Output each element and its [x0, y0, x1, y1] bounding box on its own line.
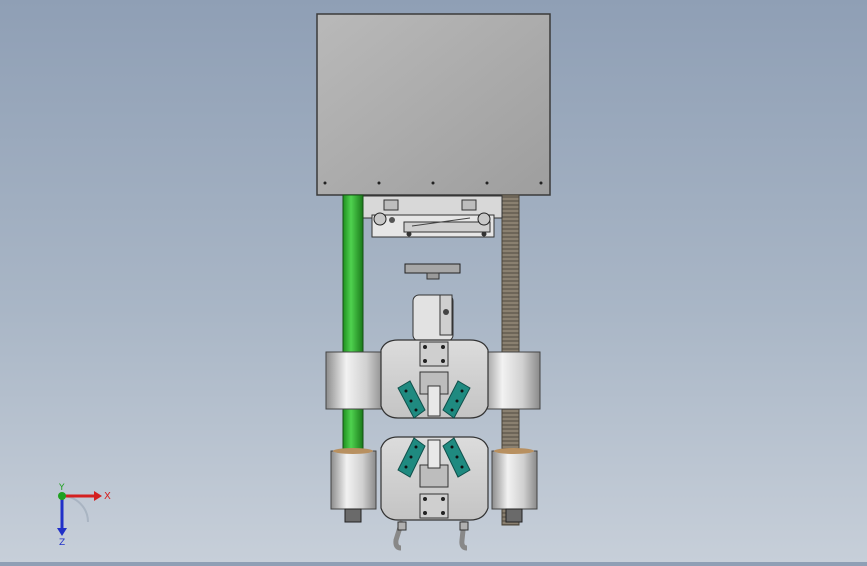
- top-housing[interactable]: [316, 13, 551, 196]
- x-axis-arrow-icon: [62, 491, 102, 501]
- z-axis-label: Z: [59, 538, 65, 546]
- z-axis-arrow-icon: [57, 496, 67, 536]
- handle-left[interactable]: [393, 520, 407, 551]
- cad-viewport[interactable]: X Y Z: [0, 0, 867, 562]
- lower-crosshead[interactable]: [330, 436, 538, 523]
- handle-right[interactable]: [459, 520, 469, 551]
- y-axis-label: Y: [58, 483, 65, 493]
- guide-column[interactable]: [342, 194, 364, 458]
- x-axis-label: X: [104, 491, 111, 502]
- upper-platen[interactable]: [404, 263, 461, 280]
- y-axis-point-icon: [58, 492, 66, 500]
- load-cell[interactable]: [412, 294, 454, 342]
- upper-crosshead[interactable]: [325, 339, 541, 419]
- coordinate-triad: X Y Z: [48, 482, 118, 548]
- upper-grip-assembly[interactable]: [361, 195, 503, 238]
